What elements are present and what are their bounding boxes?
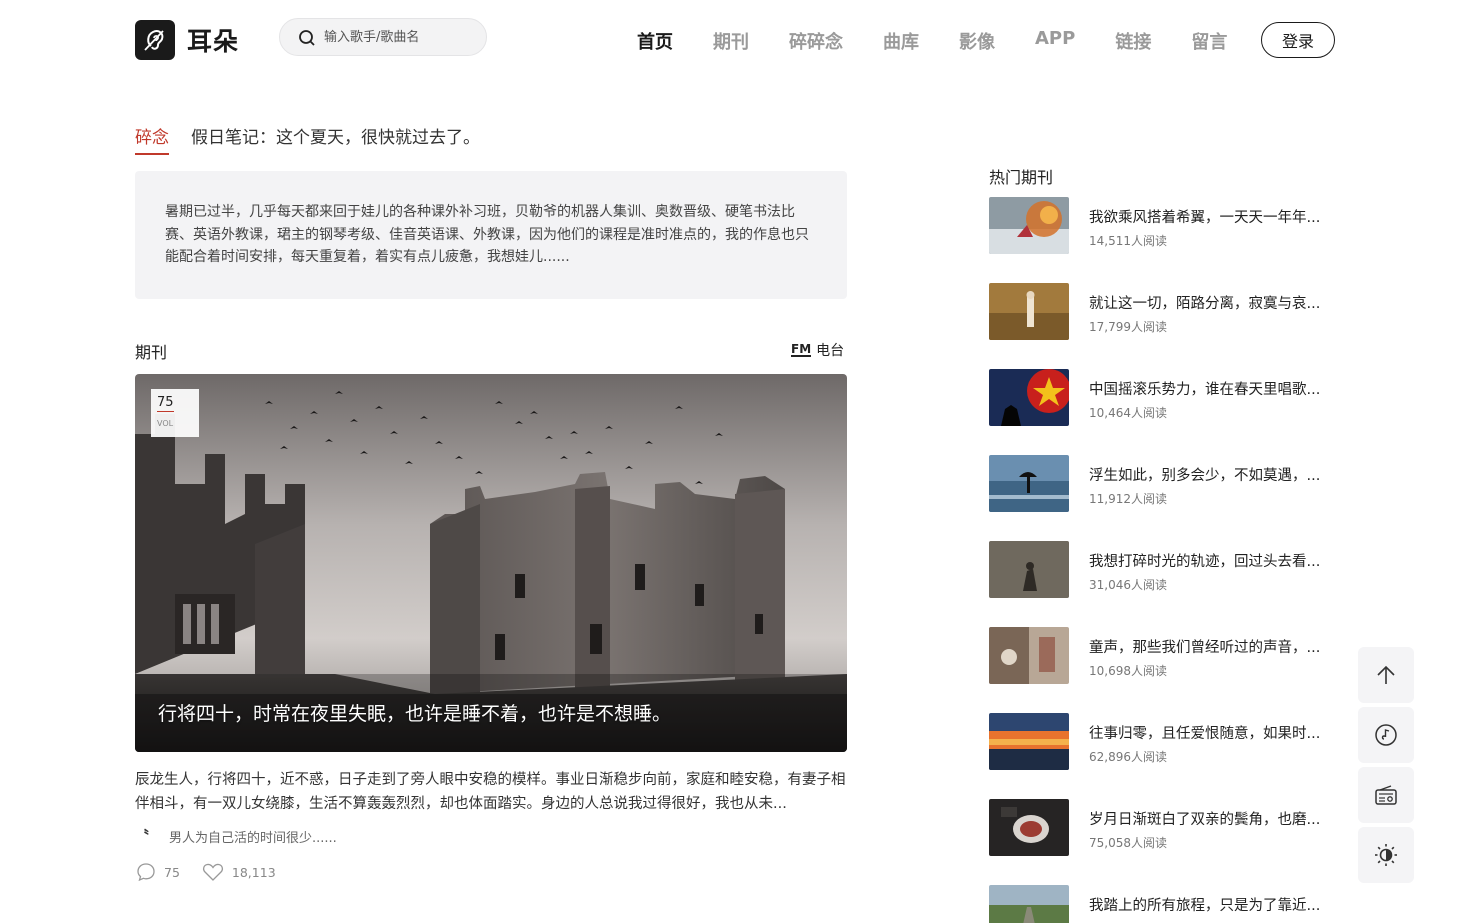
hot-thumbnail[interactable] xyxy=(989,627,1069,684)
nav-guestbook[interactable]: 留言 xyxy=(1191,28,1227,54)
nav-links[interactable]: 链接 xyxy=(1115,28,1151,54)
hot-reads: 31,046人阅读 xyxy=(1089,578,1167,592)
journal-description: 辰龙生人，行将四十，近不惑，日子走到了旁人眼中安稳的模样。事业日渐稳步向前，家庭… xyxy=(135,772,846,812)
hot-thumbnail[interactable] xyxy=(989,369,1069,426)
hot-title[interactable]: 童声，那些我们曾经听过的声音，... xyxy=(1089,636,1334,657)
list-item[interactable]: 我欲乘风搭着希翼，一天天一年年... 14,511人阅读 xyxy=(989,197,1334,254)
hot-journals-title: 热门期刊 xyxy=(989,168,1054,187)
list-item[interactable]: 往事归零，且任爱恨随意，如果时... 62,896人阅读 xyxy=(989,713,1334,770)
header: 耳朵 首页 期刊 碎碎念 曲库 影像 APP 链接 留言 登录 xyxy=(0,0,1470,80)
list-item[interactable]: 浮生如此，别多会少，不如莫遇，... 11,912人阅读 xyxy=(989,455,1334,512)
note-tag[interactable]: 碎念 xyxy=(135,123,169,155)
list-item[interactable]: 童声，那些我们曾经听过的声音，... 10,698人阅读 xyxy=(989,627,1334,684)
hot-title[interactable]: 我想打碎时光的轨迹，回过头去看... xyxy=(1089,550,1334,571)
note-excerpt[interactable]: 暑期已过半，几乎每天都来回于娃儿的各种课外补习班，贝勒爷的机器人集训、奥数晋级、… xyxy=(135,171,847,299)
music-player-button[interactable] xyxy=(1358,707,1414,763)
fm-label: 电台 xyxy=(816,343,845,359)
hot-reads: 75,058人阅读 xyxy=(1089,836,1167,850)
nav-library[interactable]: 曲库 xyxy=(883,28,919,54)
logo-ear-icon[interactable] xyxy=(135,20,175,60)
hot-thumbnail[interactable] xyxy=(989,283,1069,340)
radio-button[interactable] xyxy=(1358,767,1414,823)
hot-thumbnail[interactable] xyxy=(989,885,1069,923)
login-button[interactable]: 登录 xyxy=(1261,22,1335,58)
hot-reads: 17,799人阅读 xyxy=(1089,320,1167,334)
theme-toggle-button[interactable] xyxy=(1358,827,1414,883)
comments-stat[interactable]: 75 xyxy=(136,862,180,882)
list-item[interactable]: 就让这一切，陌路分离，寂寞与哀... 17,799人阅读 xyxy=(989,283,1334,340)
cover-caption[interactable]: 行将四十，时常在夜里失眠，也许是睡不着，也许是不想睡。 xyxy=(158,699,671,726)
hot-reads: 62,896人阅读 xyxy=(1089,750,1167,764)
note-title[interactable]: 假日笔记：这个夏天，很快就过去了。 xyxy=(191,123,480,148)
volume-number: 75 xyxy=(157,395,174,412)
nav-app[interactable]: APP xyxy=(1035,28,1075,54)
search-box[interactable] xyxy=(279,18,487,56)
hot-thumbnail[interactable] xyxy=(989,713,1069,770)
comment-icon xyxy=(137,863,155,882)
journal-section-title: 期刊 xyxy=(135,343,168,362)
hot-thumbnail[interactable] xyxy=(989,197,1069,254)
sun-moon-icon xyxy=(1375,844,1397,866)
likes-stat[interactable]: 18,113 xyxy=(202,862,276,882)
nav-journal[interactable]: 期刊 xyxy=(713,28,749,54)
comments-count: 75 xyxy=(164,864,180,880)
hot-title[interactable]: 浮生如此，别多会少，不如莫遇，... xyxy=(1089,464,1334,485)
note-excerpt-text: 暑期已过半，几乎每天都来回于娃儿的各种课外补习班，贝勒爷的机器人集训、奥数晋级、… xyxy=(165,204,809,265)
journal-quote-text: 男人为自己活的时间很少...... xyxy=(169,830,337,846)
hot-title[interactable]: 我欲乘风搭着希翼，一天天一年年... xyxy=(1089,206,1334,227)
fm-radio-link[interactable]: FM 电台 xyxy=(791,340,844,360)
hot-reads: 14,511人阅读 xyxy=(1089,234,1167,248)
fm-icon: FM xyxy=(791,341,812,357)
hot-reads: 10,698人阅读 xyxy=(1089,664,1167,678)
list-item[interactable]: 中国摇滚乐势力，谁在春天里唱歌... 10,464人阅读 xyxy=(989,369,1334,426)
hot-thumbnail[interactable] xyxy=(989,541,1069,598)
hot-thumbnail[interactable] xyxy=(989,799,1069,856)
hot-title[interactable]: 我踏上的所有旅程，只是为了靠近... xyxy=(1089,894,1334,915)
arrow-up-icon xyxy=(1377,665,1395,684)
nav-home[interactable]: 首页 xyxy=(637,28,673,54)
search-icon[interactable] xyxy=(298,29,316,47)
main-nav: 首页 期刊 碎碎念 曲库 影像 APP 链接 留言 xyxy=(637,28,1267,54)
hot-reads: 10,464人阅读 xyxy=(1089,406,1167,420)
search-input[interactable] xyxy=(324,27,474,47)
hot-title[interactable]: 岁月日渐斑白了双亲的鬓角，也磨... xyxy=(1089,808,1334,829)
hot-thumbnail[interactable] xyxy=(989,455,1069,512)
list-item[interactable]: 岁月日渐斑白了双亲的鬓角，也磨... 75,058人阅读 xyxy=(989,799,1334,856)
list-item[interactable]: 我想打碎时光的轨迹，回过头去看... 31,046人阅读 xyxy=(989,541,1334,598)
journal-quote: 〝 男人为自己活的时间很少...... xyxy=(135,826,337,846)
list-item[interactable]: 我踏上的所有旅程，只是为了靠近... xyxy=(989,885,1334,923)
likes-count: 18,113 xyxy=(231,864,276,880)
quote-mark-icon: 〝 xyxy=(135,829,149,845)
hot-reads: 11,912人阅读 xyxy=(1089,492,1167,506)
nav-notes[interactable]: 碎碎念 xyxy=(789,28,843,54)
logo-text[interactable]: 耳朵 xyxy=(187,22,239,58)
volume-label: VOL xyxy=(157,419,174,428)
journal-meta: 75 18,113 xyxy=(136,862,298,882)
heart-icon xyxy=(202,863,223,881)
hot-title[interactable]: 就让这一切，陌路分离，寂寞与哀... xyxy=(1089,292,1334,313)
volume-badge: 75 VOL xyxy=(151,389,199,437)
hot-title[interactable]: 中国摇滚乐势力，谁在春天里唱歌... xyxy=(1089,378,1334,399)
radio-icon xyxy=(1375,785,1397,805)
music-disc-icon xyxy=(1375,724,1397,746)
nav-images[interactable]: 影像 xyxy=(959,28,995,54)
hot-title[interactable]: 往事归零，且任爱恨随意，如果时... xyxy=(1089,722,1334,743)
journal-cover-image[interactable] xyxy=(135,374,847,752)
back-to-top-button[interactable] xyxy=(1358,647,1414,703)
